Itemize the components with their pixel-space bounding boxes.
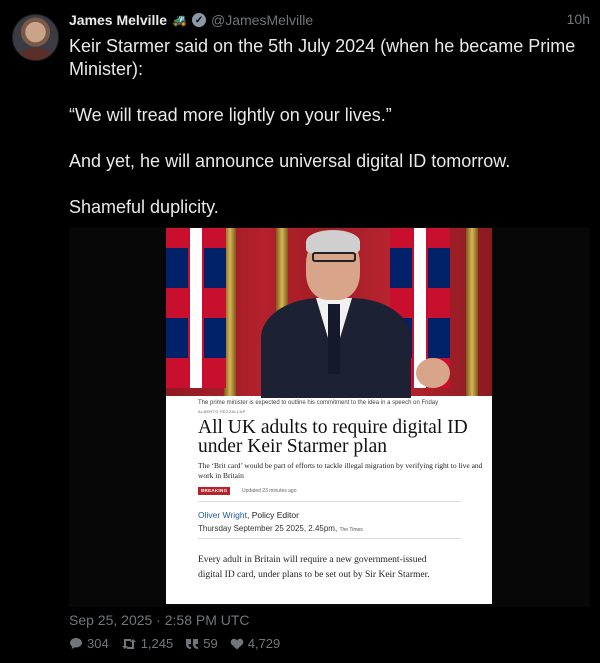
article-photo bbox=[166, 228, 492, 398]
article-standfirst: The ‘Brit card’ would be part of efforts… bbox=[198, 461, 483, 480]
photo-credit: ALBERTO PEZZALI/AP bbox=[198, 409, 246, 414]
heart-icon bbox=[230, 638, 243, 649]
time-ago[interactable]: 10h bbox=[567, 11, 590, 27]
quote-icon bbox=[186, 638, 199, 649]
author-handle[interactable]: @JamesMelville bbox=[211, 12, 313, 28]
article-date: Thursday September 25 2025, 2.45pm, bbox=[198, 524, 338, 533]
like-button[interactable]: 4,729 bbox=[230, 636, 281, 651]
quote-count: 59 bbox=[203, 636, 218, 651]
photo-caption: The prime minister is expected to outlin… bbox=[198, 400, 439, 406]
divider bbox=[198, 501, 460, 502]
publication-name: The Times bbox=[339, 527, 363, 533]
tweet-header: James Melville 🚜 ✓ @JamesMelville 10h bbox=[69, 11, 590, 29]
like-count: 4,729 bbox=[247, 636, 281, 651]
tractor-emoji: 🚜 bbox=[172, 13, 188, 27]
person-tie bbox=[328, 304, 340, 374]
tweet-paragraph: And yet, he will announce universal digi… bbox=[69, 151, 511, 171]
author-avatar[interactable] bbox=[12, 14, 59, 61]
union-flag bbox=[166, 228, 226, 388]
avatar-shirt bbox=[19, 48, 53, 60]
updated-time: Updated 23 minutes ago bbox=[242, 488, 297, 494]
verified-badge-icon: ✓ bbox=[192, 13, 207, 27]
tweet-paragraph: “We will tread more lightly on your live… bbox=[69, 105, 392, 125]
author-name[interactable]: James Melville bbox=[69, 12, 167, 28]
person-glasses bbox=[312, 252, 356, 262]
breaking-badge: BREAKING bbox=[198, 487, 231, 495]
tweet-paragraph: Keir Starmer said on the 5th July 2024 (… bbox=[69, 36, 576, 79]
article-screenshot: The prime minister is expected to outlin… bbox=[166, 228, 492, 604]
reply-count: 304 bbox=[87, 636, 109, 651]
retweet-button[interactable]: 1,245 bbox=[121, 636, 174, 651]
tweet-media[interactable]: The prime minister is expected to outlin… bbox=[69, 227, 590, 607]
speech-bubble-icon bbox=[70, 638, 82, 649]
quote-button[interactable]: 59 bbox=[185, 636, 218, 651]
dateline: Thursday September 25 2025, 2.45pm, The … bbox=[198, 524, 363, 533]
article-headline: All UK adults to require digital ID unde… bbox=[198, 417, 468, 457]
article-body: Every adult in Britain will require a ne… bbox=[198, 555, 430, 580]
retweet-icon bbox=[121, 638, 136, 649]
retweet-count: 1,245 bbox=[140, 636, 174, 651]
person-hand bbox=[416, 358, 450, 388]
tweet-paragraph: Shameful duplicity. bbox=[69, 197, 219, 217]
gilded-frame bbox=[466, 228, 478, 396]
tweet-text: Keir Starmer said on the 5th July 2024 (… bbox=[69, 35, 579, 242]
reply-button[interactable]: 304 bbox=[69, 636, 109, 651]
byline-role: , Policy Editor bbox=[246, 510, 299, 520]
byline-author: Oliver Wright bbox=[198, 510, 247, 520]
tweet-timestamp[interactable]: Sep 25, 2025 · 2:58 PM UTC bbox=[69, 612, 250, 628]
person-hair bbox=[306, 230, 360, 254]
byline: Oliver Wright, Policy Editor bbox=[198, 510, 299, 520]
divider bbox=[198, 538, 460, 539]
engagement-stats: 304 1,245 59 4,729 bbox=[69, 636, 292, 651]
